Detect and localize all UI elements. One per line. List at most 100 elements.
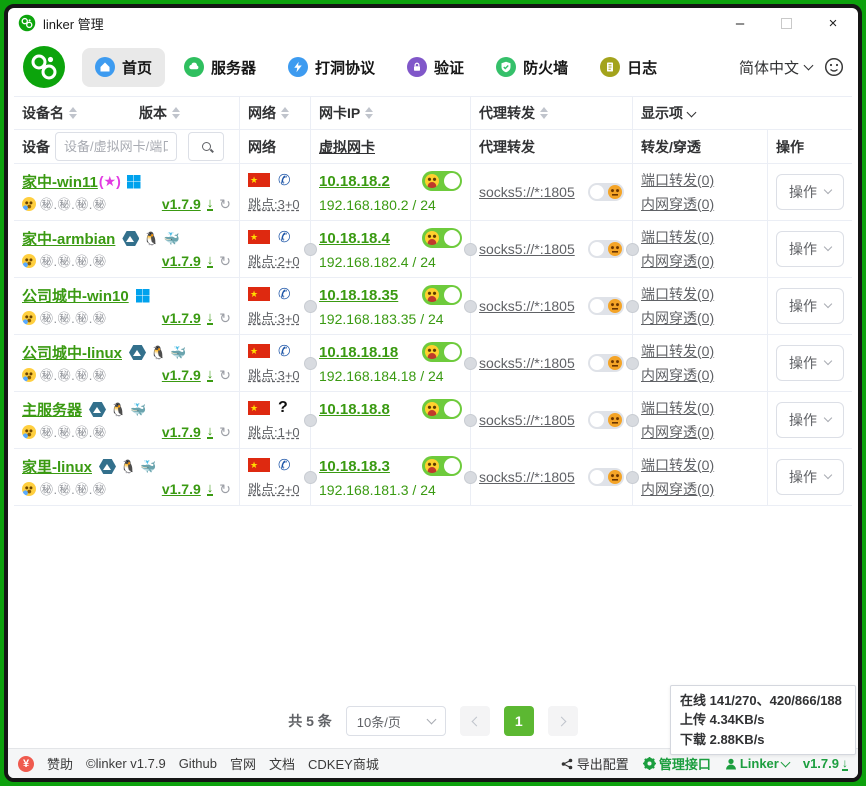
export-config-button[interactable]: 导出配置 bbox=[561, 754, 629, 773]
refresh-icon[interactable]: ↻ bbox=[219, 425, 231, 439]
refresh-icon[interactable]: ↻ bbox=[219, 311, 231, 325]
device-name-link[interactable]: 公司城中-win10 bbox=[22, 285, 129, 306]
version-link[interactable]: v1.7.9 bbox=[162, 481, 201, 497]
device-name-link[interactable]: 公司城中-linux bbox=[22, 342, 122, 363]
action-button[interactable]: 操作 bbox=[776, 345, 844, 381]
version-link[interactable]: v1.7.9 bbox=[162, 310, 201, 326]
vip-toggle[interactable] bbox=[422, 171, 462, 191]
refresh-icon[interactable]: ↻ bbox=[219, 368, 231, 382]
proxy-link[interactable]: socks5://*:1805 bbox=[479, 241, 575, 257]
virtual-ip-link[interactable]: 10.18.18.18 bbox=[319, 344, 398, 361]
proxy-toggle[interactable] bbox=[588, 354, 624, 372]
vip-toggle[interactable] bbox=[422, 342, 462, 362]
virtual-ip-link[interactable]: 10.18.18.2 bbox=[319, 173, 390, 190]
virtual-ip-link[interactable]: 10.18.18.35 bbox=[319, 287, 398, 304]
tunnel-link[interactable]: 内网穿透(0) bbox=[641, 194, 759, 214]
display-options-menu[interactable]: 显示项 bbox=[633, 97, 852, 129]
version-link[interactable]: v1.7.9 bbox=[162, 196, 201, 212]
sort-header-device[interactable]: 设备名 bbox=[14, 97, 131, 129]
proxy-toggle[interactable] bbox=[588, 240, 624, 258]
manage-api-button[interactable]: 管理接口 bbox=[643, 754, 711, 773]
prev-page-button[interactable] bbox=[460, 706, 490, 736]
port-forward-link[interactable]: 端口转发(0) bbox=[641, 284, 759, 304]
sort-header-version[interactable]: 版本 bbox=[131, 97, 240, 129]
tab-logs[interactable]: 日志 bbox=[587, 48, 670, 87]
action-button[interactable]: 操作 bbox=[776, 231, 844, 267]
relay-dot[interactable] bbox=[304, 300, 317, 313]
relay-dot[interactable] bbox=[464, 414, 477, 427]
tab-home[interactable]: 首页 bbox=[82, 48, 165, 87]
relay-dot[interactable] bbox=[626, 357, 639, 370]
virtual-ip-link[interactable]: 10.18.18.3 bbox=[319, 458, 390, 475]
tab-servers[interactable]: 服务器 bbox=[171, 48, 269, 87]
version-link[interactable]: v1.7.9 bbox=[162, 253, 201, 269]
maximize-button[interactable] bbox=[781, 18, 792, 29]
hops-link[interactable]: 跳点:2+0 bbox=[248, 479, 300, 498]
relay-dot[interactable] bbox=[304, 414, 317, 427]
relay-dot[interactable] bbox=[464, 357, 477, 370]
download-icon[interactable]: ↓ bbox=[207, 310, 214, 325]
refresh-icon[interactable]: ↻ bbox=[219, 482, 231, 496]
app-version[interactable]: v1.7.9 ↓ bbox=[803, 756, 848, 771]
device-name-link[interactable]: 家中-armbian bbox=[22, 228, 115, 249]
action-button[interactable]: 操作 bbox=[776, 174, 844, 210]
download-icon[interactable]: ↓ bbox=[207, 367, 214, 382]
donate-link[interactable]: 赞助 bbox=[47, 754, 73, 773]
refresh-icon[interactable]: ↻ bbox=[219, 197, 231, 211]
action-button[interactable]: 操作 bbox=[776, 288, 844, 324]
relay-dot[interactable] bbox=[464, 243, 477, 256]
download-icon[interactable]: ↓ bbox=[207, 424, 214, 439]
cdkey-store-link[interactable]: CDKEY商城 bbox=[308, 754, 379, 773]
minimize-button[interactable]: – bbox=[733, 16, 747, 30]
download-icon[interactable]: ↓ bbox=[207, 481, 214, 496]
docs-link[interactable]: 文档 bbox=[269, 754, 295, 773]
tab-firewall[interactable]: 防火墙 bbox=[483, 48, 581, 87]
hops-link[interactable]: 跳点:3+0 bbox=[248, 194, 300, 213]
proxy-toggle[interactable] bbox=[588, 411, 624, 429]
virtual-ip-link[interactable]: 10.18.18.4 bbox=[319, 230, 390, 247]
action-button[interactable]: 操作 bbox=[776, 402, 844, 438]
relay-dot[interactable] bbox=[626, 414, 639, 427]
tab-verify[interactable]: 验证 bbox=[394, 48, 477, 87]
github-link[interactable]: Github bbox=[179, 756, 217, 771]
device-name-link[interactable]: 家里-linux bbox=[22, 456, 92, 477]
user-menu[interactable]: Linker bbox=[725, 756, 789, 771]
page-1-button[interactable]: 1 bbox=[504, 706, 534, 736]
tunnel-link[interactable]: 内网穿透(0) bbox=[641, 422, 759, 442]
relay-dot[interactable] bbox=[464, 300, 477, 313]
tunnel-link[interactable]: 内网穿透(0) bbox=[641, 365, 759, 385]
tunnel-link[interactable]: 内网穿透(0) bbox=[641, 308, 759, 328]
page-size-select[interactable]: 10条/页 bbox=[346, 706, 446, 736]
proxy-link[interactable]: socks5://*:1805 bbox=[479, 412, 575, 428]
website-link[interactable]: 官网 bbox=[230, 754, 256, 773]
face-theme-icon[interactable] bbox=[824, 57, 844, 77]
port-forward-link[interactable]: 端口转发(0) bbox=[641, 170, 759, 190]
port-forward-link[interactable]: 端口转发(0) bbox=[641, 341, 759, 361]
hops-link[interactable]: 跳点:3+0 bbox=[248, 308, 300, 327]
relay-dot[interactable] bbox=[626, 471, 639, 484]
search-button[interactable] bbox=[188, 132, 224, 161]
sort-header-network[interactable]: 网络 bbox=[240, 97, 311, 129]
version-link[interactable]: v1.7.9 bbox=[162, 367, 201, 383]
language-selector[interactable]: 简体中文 bbox=[739, 57, 812, 78]
relay-dot[interactable] bbox=[304, 243, 317, 256]
action-button[interactable]: 操作 bbox=[776, 459, 844, 495]
sort-header-nic-ip[interactable]: 网卡IP bbox=[311, 97, 471, 129]
proxy-link[interactable]: socks5://*:1805 bbox=[479, 469, 575, 485]
sort-header-proxy[interactable]: 代理转发 bbox=[471, 97, 633, 129]
proxy-link[interactable]: socks5://*:1805 bbox=[479, 355, 575, 371]
port-forward-link[interactable]: 端口转发(0) bbox=[641, 227, 759, 247]
relay-dot[interactable] bbox=[626, 300, 639, 313]
relay-dot[interactable] bbox=[464, 471, 477, 484]
virtual-ip-link[interactable]: 10.18.18.8 bbox=[319, 401, 390, 418]
vip-toggle[interactable] bbox=[422, 228, 462, 248]
vip-toggle[interactable] bbox=[422, 285, 462, 305]
hops-link[interactable]: 跳点:1+0 bbox=[248, 422, 300, 441]
search-input[interactable] bbox=[55, 132, 177, 161]
vnic-toggle-link[interactable]: 虚拟网卡 bbox=[319, 137, 375, 157]
hops-link[interactable]: 跳点:3+0 bbox=[248, 365, 300, 384]
tunnel-link[interactable]: 内网穿透(0) bbox=[641, 251, 759, 271]
proxy-toggle[interactable] bbox=[588, 468, 624, 486]
relay-dot[interactable] bbox=[304, 357, 317, 370]
hops-link[interactable]: 跳点:2+0 bbox=[248, 251, 300, 270]
